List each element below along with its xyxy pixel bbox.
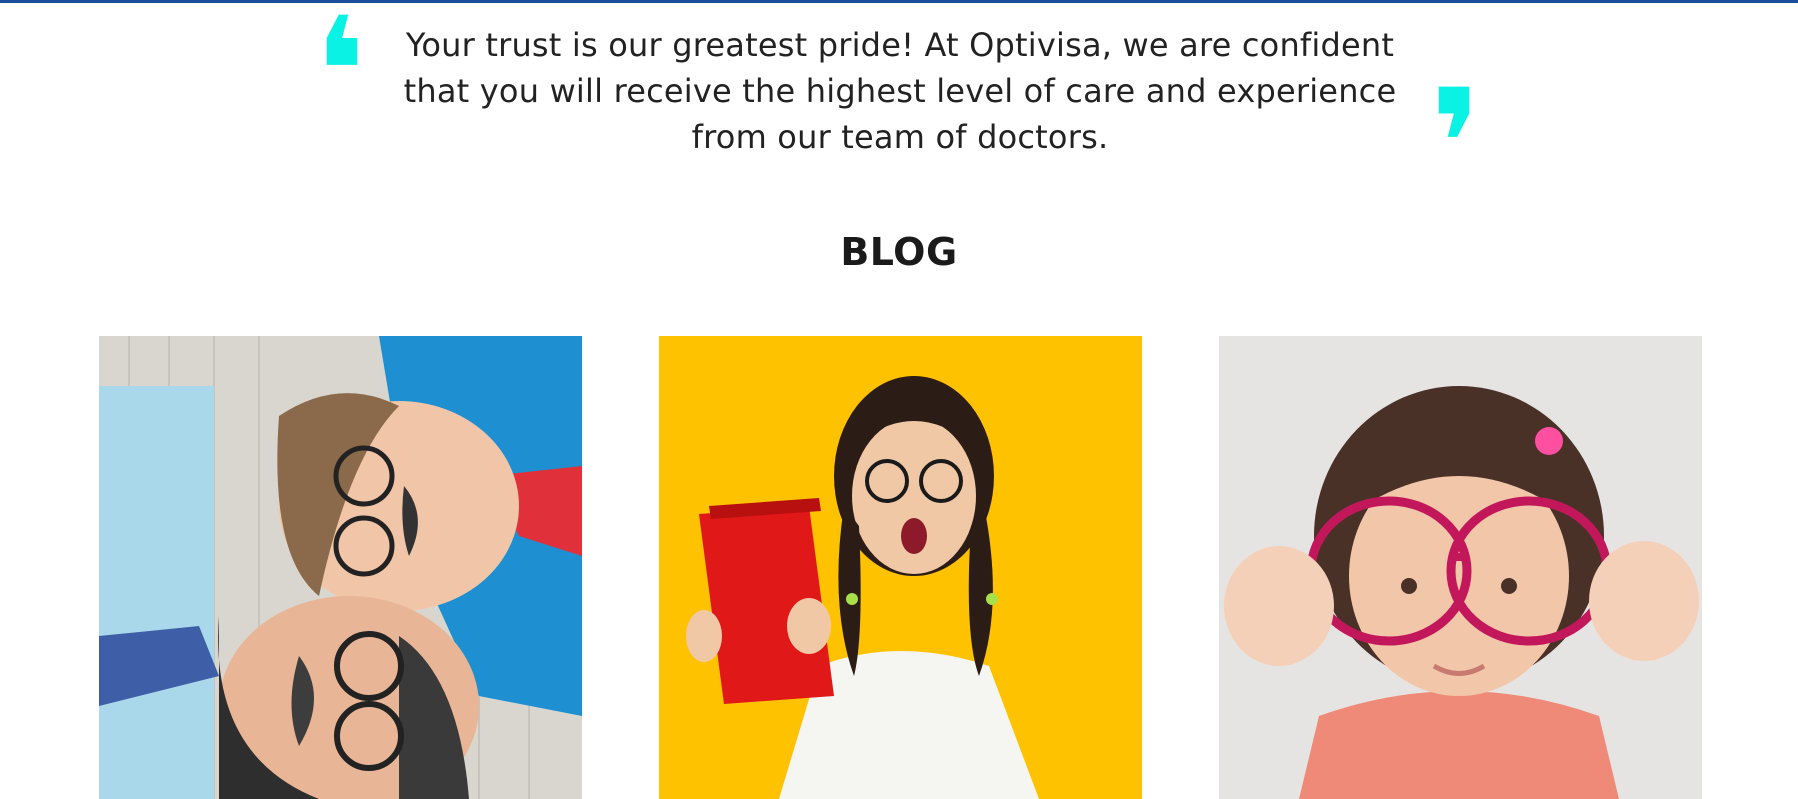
blog-card-1-image — [99, 336, 582, 799]
blog-card-2-image — [659, 336, 1142, 799]
blog-card-3-image — [1219, 336, 1702, 799]
open-quote-icon: ❛ — [314, 0, 367, 160]
testimonial-quote: ❛ Your trust is our greatest pride! At O… — [0, 0, 1798, 220]
close-quote-icon: ❜ — [1430, 58, 1483, 232]
testimonial-text: Your trust is our greatest pride! At Opt… — [403, 26, 1397, 156]
blog-card-3[interactable] — [1219, 336, 1702, 799]
blog-heading: BLOG — [840, 230, 958, 274]
blog-card-1[interactable] — [99, 336, 582, 799]
blog-card-2[interactable] — [659, 336, 1142, 799]
